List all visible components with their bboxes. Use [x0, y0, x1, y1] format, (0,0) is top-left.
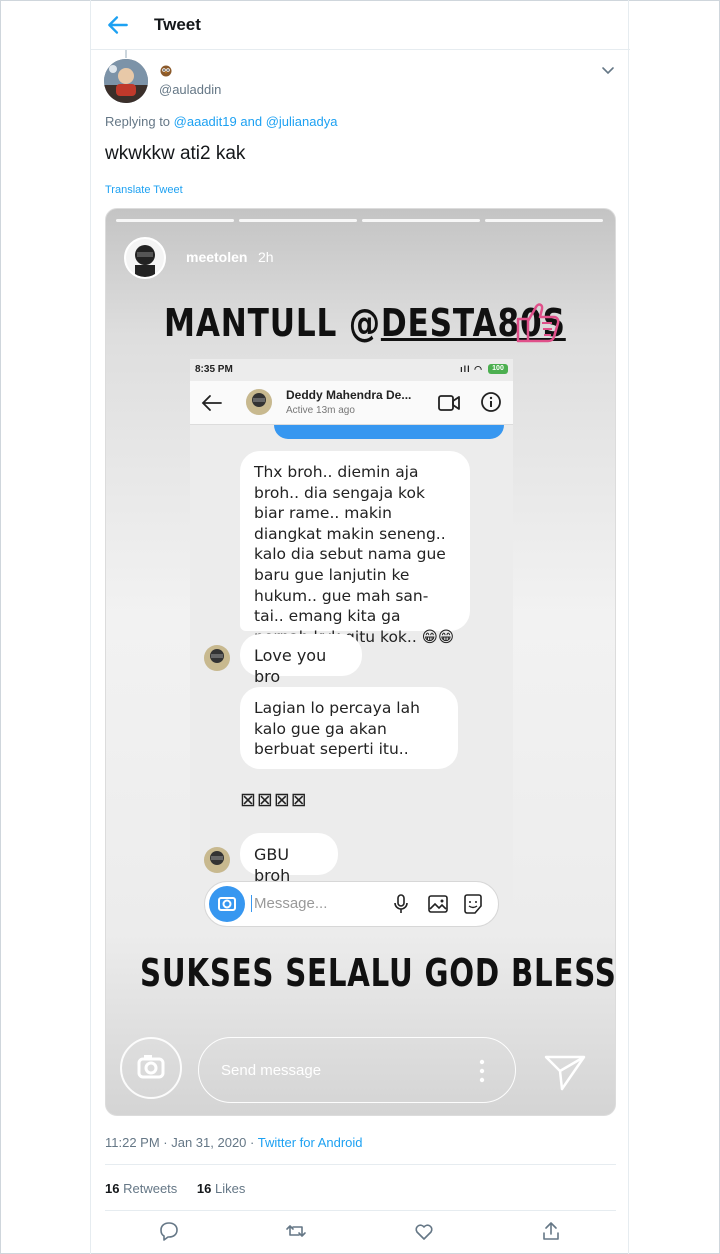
unsupported-emoji-text: ⊠⊠⊠⊠	[240, 790, 308, 811]
status-bar: 8:35 PM ıll ◠ 100	[190, 359, 513, 381]
message-bubble: Love you bro	[240, 634, 362, 686]
contact-avatar	[204, 645, 230, 671]
signal-icon: ıll ◠	[460, 364, 483, 374]
likes-stat[interactable]: 16 Likes	[197, 1181, 245, 1196]
tweet-timestamp[interactable]: 11:22 PM · Jan 31, 2020 ·	[105, 1135, 258, 1150]
story-camera-icon	[120, 1037, 182, 1099]
tweet-column: Tweet @auladdin Replying to @aaadit19 an…	[90, 0, 630, 1254]
replying-to: Replying to @aaadit19 and @julianadya	[105, 114, 337, 129]
chevron-down-icon[interactable]	[600, 62, 616, 78]
header-bar: Tweet	[91, 0, 630, 50]
story-send-message-field: Send message	[198, 1037, 516, 1103]
story-username: meetolen	[186, 249, 248, 265]
reply-user-link[interactable]: @julianadya	[266, 114, 338, 129]
camera-icon	[209, 886, 245, 922]
reply-and: and	[240, 114, 263, 129]
story-headline: MANTULL @DESTA80S	[164, 301, 566, 345]
dm-header: Deddy Mahendra De... Active 13m ago	[190, 381, 513, 425]
contact-name: Deddy Mahendra De...	[286, 388, 412, 402]
tweet-media-image[interactable]: meetolen 2h MANTULL @DESTA80S 8:35 PM ıl…	[105, 208, 616, 1116]
owl-icon	[160, 65, 172, 77]
replying-prefix: Replying to	[105, 114, 171, 129]
likes-count: 16	[196, 1181, 212, 1196]
video-call-icon	[438, 395, 460, 411]
contact-avatar	[204, 847, 230, 873]
tweet-text: wkwkkw ati2 kak	[105, 143, 246, 164]
message-input-box: Message...	[204, 881, 499, 927]
retweets-label: Retweets	[123, 1181, 178, 1196]
thumbs-up-icon	[516, 303, 560, 343]
message-bubble: GBU broh	[240, 833, 338, 885]
tweet-meta: 11:22 PM · Jan 31, 2020 · Twitter for An…	[105, 1135, 363, 1150]
reply-icon[interactable]	[158, 1220, 180, 1242]
sent-message-bubble	[274, 425, 504, 439]
headline-prefix: MANTULL @	[164, 301, 381, 345]
story-progress	[485, 219, 603, 222]
message-placeholder: Message...	[251, 895, 327, 912]
microphone-icon	[394, 894, 408, 913]
sticker-icon	[464, 894, 482, 914]
divider	[105, 1164, 616, 1165]
divider	[105, 1210, 616, 1211]
story-progress	[239, 219, 357, 222]
story-avatar	[124, 237, 166, 279]
page-title: Tweet	[154, 15, 201, 34]
more-options-icon	[479, 1059, 485, 1083]
retweet-icon[interactable]	[285, 1220, 307, 1242]
tweet-source-link[interactable]: Twitter for Android	[258, 1135, 363, 1150]
message-bubble: Lagian lo percaya lah kalo gue ga akan b…	[240, 687, 458, 769]
translate-link[interactable]: Translate Tweet	[105, 184, 183, 196]
contact-avatar	[246, 389, 272, 415]
arrow-left-icon	[201, 395, 222, 411]
story-progress	[116, 219, 234, 222]
info-icon	[481, 392, 501, 412]
send-icon	[544, 1055, 586, 1091]
arrow-left-icon[interactable]	[105, 12, 131, 38]
retweets-stat[interactable]: 16 Retweets	[105, 1181, 177, 1196]
likes-label: Likes	[215, 1181, 246, 1196]
avatar[interactable]	[104, 59, 148, 103]
gallery-icon	[428, 895, 448, 913]
reply-user-link[interactable]: @aaadit19	[174, 114, 237, 129]
thread-line	[125, 50, 127, 58]
story-progress	[362, 219, 480, 222]
message-bubble: Thx broh.. diemin aja broh.. dia sengaja…	[240, 451, 470, 666]
dm-screenshot: 8:35 PM ıll ◠ 100 Deddy Mahendra De... A…	[190, 359, 513, 937]
status-time: 8:35 PM	[195, 364, 233, 375]
story-footer-text: SUKSES SELALU GOD BLESS!	[140, 951, 616, 995]
tweet-stats: 16 Retweets 16 Likes	[105, 1181, 245, 1196]
story-time: 2h	[258, 249, 274, 265]
like-icon[interactable]	[413, 1220, 435, 1242]
user-handle[interactable]: @auladdin	[159, 82, 221, 97]
share-icon[interactable]	[540, 1220, 562, 1242]
retweets-count: 16	[105, 1181, 120, 1196]
contact-active: Active 13m ago	[286, 405, 355, 416]
send-message-placeholder: Send message	[221, 1062, 322, 1079]
battery-indicator: 100	[488, 364, 508, 374]
